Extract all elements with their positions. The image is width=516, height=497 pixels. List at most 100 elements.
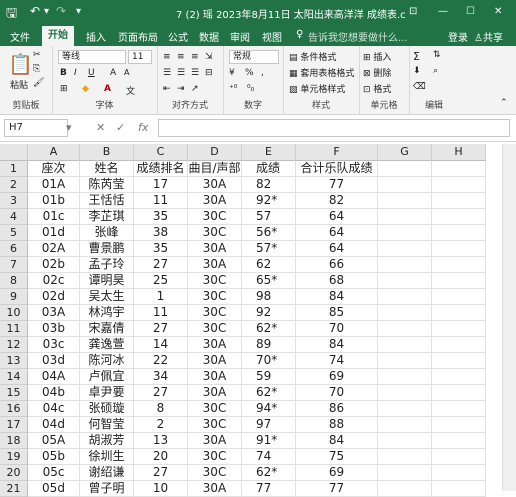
cell-e15[interactable]: 62* [242, 385, 296, 401]
tab-page-layout[interactable]: 页面布局 [118, 29, 158, 44]
cell-e16[interactable]: 94* [242, 401, 296, 417]
select-all-corner[interactable] [0, 144, 28, 161]
cell-g2[interactable] [378, 177, 432, 193]
cell-a3[interactable]: 01b [28, 193, 80, 209]
cell-g17[interactable] [378, 417, 432, 433]
cell-c14[interactable]: 34 [134, 369, 188, 385]
cell-g19[interactable] [378, 449, 432, 465]
italic-button[interactable]: I [74, 68, 77, 78]
cell-g18[interactable] [378, 433, 432, 449]
cell-h6[interactable] [432, 241, 486, 257]
column-header-h[interactable]: H [432, 144, 486, 161]
cell-b14[interactable]: 卢佩宜 [80, 369, 134, 385]
cell-h16[interactable] [432, 401, 486, 417]
cell-f9[interactable]: 84 [296, 289, 378, 305]
autosum-button[interactable]: Σ [413, 50, 420, 63]
align-left-icon[interactable]: ☰ [163, 68, 171, 78]
cell-d4[interactable]: 30C [188, 209, 242, 225]
clear-icon[interactable]: ⌫ [413, 82, 426, 92]
cell-b21[interactable]: 曾子明 [80, 481, 134, 497]
cell-f18[interactable]: 84 [296, 433, 378, 449]
cell-g12[interactable] [378, 337, 432, 353]
find-select-icon[interactable]: ⌕ [433, 66, 438, 76]
cell-a12[interactable]: 03c [28, 337, 80, 353]
tell-me-box[interactable]: 告诉我您想要做什么... [308, 29, 408, 44]
cell-e11[interactable]: 62* [242, 321, 296, 337]
cell-c6[interactable]: 35 [134, 241, 188, 257]
login-link[interactable]: 登录 [448, 29, 468, 44]
cell-h12[interactable] [432, 337, 486, 353]
cell-g21[interactable] [378, 481, 432, 497]
tab-home[interactable]: 开始 [42, 26, 74, 46]
cell-e10[interactable]: 92 [242, 305, 296, 321]
cell-g20[interactable] [378, 465, 432, 481]
cell-d13[interactable]: 30A [188, 353, 242, 369]
customize-qat-icon[interactable]: ▾ [76, 6, 81, 17]
cell-a10[interactable]: 03A [28, 305, 80, 321]
cell-e19[interactable]: 74 [242, 449, 296, 465]
cell-c7[interactable]: 27 [134, 257, 188, 273]
cell-c21[interactable]: 10 [134, 481, 188, 497]
cell-b3[interactable]: 王恬恬 [80, 193, 134, 209]
paste-button[interactable]: 粘贴 [10, 78, 28, 91]
cell-d9[interactable]: 30C [188, 289, 242, 305]
cell-e21[interactable]: 77 [242, 481, 296, 497]
align-center-icon[interactable]: ☰ [177, 68, 185, 78]
cell-f4[interactable]: 64 [296, 209, 378, 225]
merge-center-icon[interactable]: ⊟ [205, 68, 213, 78]
cell-e12[interactable]: 89 [242, 337, 296, 353]
cell-styles-button[interactable]: ▧ 单元格样式 [289, 82, 345, 95]
cell-c10[interactable]: 11 [134, 305, 188, 321]
cell-e18[interactable]: 91* [242, 433, 296, 449]
formula-input[interactable] [158, 119, 510, 137]
cell-h3[interactable] [432, 193, 486, 209]
ribbon-display-options-icon[interactable]: ⊡ [409, 6, 417, 17]
cell-b7[interactable]: 孟子玲 [80, 257, 134, 273]
row-header[interactable]: 1 [0, 161, 28, 177]
cell-g16[interactable] [378, 401, 432, 417]
cell-d20[interactable]: 30C [188, 465, 242, 481]
cell-a20[interactable]: 05c [28, 465, 80, 481]
name-box[interactable]: H7 [4, 119, 68, 137]
cell-b13[interactable]: 陈河冰 [80, 353, 134, 369]
cell-a5[interactable]: 01d [28, 225, 80, 241]
cell-a9[interactable]: 02d [28, 289, 80, 305]
row-header[interactable]: 10 [0, 305, 28, 321]
cell-h21[interactable] [432, 481, 486, 497]
column-header-c[interactable]: C [134, 144, 188, 161]
sort-filter-icon[interactable]: ⇅ [433, 50, 441, 60]
cell-b19[interactable]: 徐圳生 [80, 449, 134, 465]
column-header-d[interactable]: D [188, 144, 242, 161]
cell-g9[interactable] [378, 289, 432, 305]
cell-h13[interactable] [432, 353, 486, 369]
cell-b18[interactable]: 胡淑芳 [80, 433, 134, 449]
vertical-scrollbar[interactable] [502, 144, 516, 491]
row-header[interactable]: 5 [0, 225, 28, 241]
column-header-e[interactable]: E [242, 144, 296, 161]
cell-f17[interactable]: 88 [296, 417, 378, 433]
cell-c19[interactable]: 20 [134, 449, 188, 465]
increase-indent-icon[interactable]: ⇥ [177, 84, 185, 94]
wrap-text-icon[interactable]: ⇲ [205, 52, 213, 62]
shrink-font-button[interactable]: A [124, 68, 129, 77]
cell-b4[interactable]: 李芷琪 [80, 209, 134, 225]
increase-decimal-icon[interactable]: ⁺⁰ [229, 84, 237, 94]
cell-d11[interactable]: 30C [188, 321, 242, 337]
tab-data[interactable]: 数据 [199, 29, 219, 44]
cell-e14[interactable]: 59 [242, 369, 296, 385]
cell-d21[interactable]: 30A [188, 481, 242, 497]
cell-f6[interactable]: 64 [296, 241, 378, 257]
insert-cells-button[interactable]: ⊞ 插入 [363, 50, 391, 63]
cell-h2[interactable] [432, 177, 486, 193]
phonetic-icon[interactable]: 文 [126, 84, 135, 97]
grow-font-button[interactable]: A [110, 68, 116, 78]
cell-c18[interactable]: 13 [134, 433, 188, 449]
cell-f10[interactable]: 85 [296, 305, 378, 321]
row-header[interactable]: 19 [0, 449, 28, 465]
cell-e3[interactable]: 92* [242, 193, 296, 209]
cell-c13[interactable]: 22 [134, 353, 188, 369]
row-header[interactable]: 14 [0, 369, 28, 385]
cell-f13[interactable]: 74 [296, 353, 378, 369]
name-box-dropdown-icon[interactable]: ▾ [66, 121, 72, 134]
cell-d10[interactable]: 30C [188, 305, 242, 321]
